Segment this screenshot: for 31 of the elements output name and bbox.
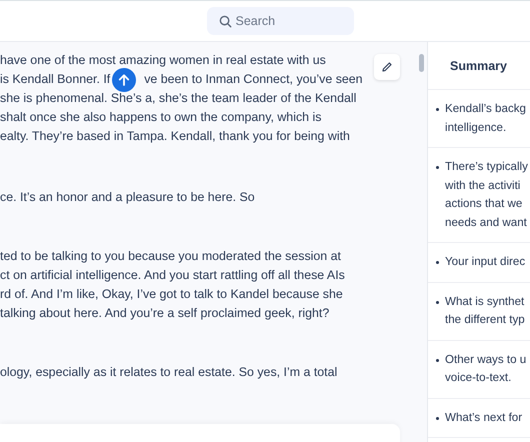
arrow-up-icon [118, 74, 130, 86]
scroll-up-button[interactable] [112, 68, 136, 92]
transcript-text: ve been to Inman Connect, you’ve seen [144, 71, 363, 88]
transcript-text: ted to be talking to you because you moderated the session at [0, 248, 341, 265]
summary-item: Other ways to u voice-to-text. [445, 352, 526, 386]
search-field[interactable]: Search [206, 7, 354, 35]
bullet-icon [436, 261, 439, 264]
scrollbar-thumb[interactable] [418, 54, 424, 72]
transcript-text: ct on artificial intelligence. And you start rattling off all these AIs [0, 267, 345, 284]
transcript-text: is Kendall Bonner. If [0, 71, 110, 88]
summary-item: Kendall’s backg intelligence. [445, 101, 526, 136]
summary-item: What’s next for [445, 410, 522, 426]
transcript-text: she is phenomenal. She’s a, she’s the team leader of the Kendall [0, 90, 356, 107]
bullet-icon [436, 300, 439, 304]
transcript-text: rd of. And I’m like, Okay, I’ve got to talk to Kandel because she [0, 286, 343, 303]
summary-item: There’s typically with the activiti actions that we needs and want [445, 159, 528, 230]
transcript-text: shalt once she also happens to own the company, which is [0, 109, 322, 126]
edit-button[interactable] [374, 54, 400, 80]
transcript-text: ealty. They’re based in Tampa. Kendall, thank you for being with [0, 128, 350, 145]
summary-title: Summary [428, 42, 530, 90]
transcript-text: talking about here. And you’re a self proclaimed geek, right? [0, 305, 330, 322]
bullet-icon [436, 108, 439, 111]
bullet-icon [436, 166, 439, 169]
transcript-text: have one of the most amazing women in real estate with us [0, 52, 326, 69]
transcript-text: ology, especially as it relates to real estate. So yes, I’m a total [0, 364, 338, 381]
summary-item: Your input direc [445, 254, 526, 270]
bullet-icon [436, 416, 439, 420]
pencil-icon [381, 61, 393, 73]
transcript-text: ce. It’s an honor and a pleasure to be here. So [0, 189, 255, 206]
summary-item: What is synthet the different typ [445, 294, 525, 328]
bullet-icon [436, 358, 439, 362]
